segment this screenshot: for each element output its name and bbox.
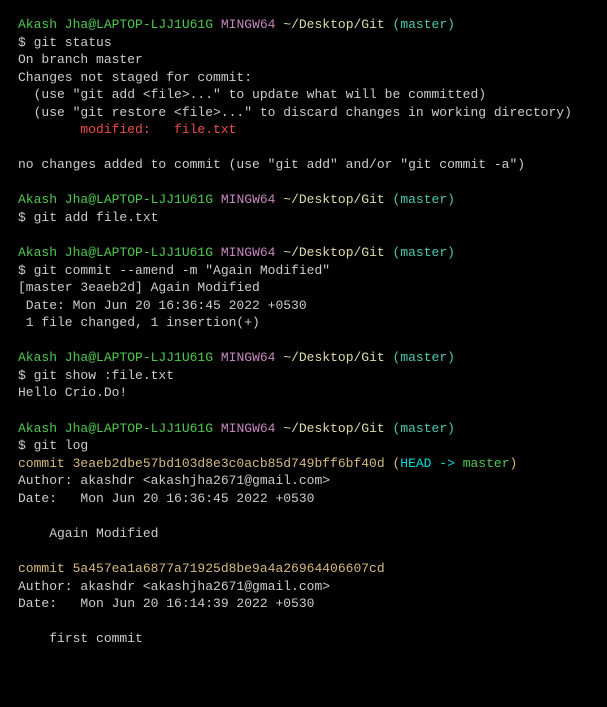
- output-line: On branch master: [18, 51, 589, 69]
- prompt-user: Akash Jha@LAPTOP-LJJ1U61G: [18, 17, 213, 32]
- blank-line: [18, 332, 589, 350]
- commit-hash-line: commit 3eaeb2dbe57bd103d8e3c0acb85d749bf…: [18, 455, 589, 473]
- output-line: no changes added to commit (use "git add…: [18, 156, 589, 174]
- blank-line: [18, 613, 589, 631]
- prompt-line: Akash Jha@LAPTOP-LJJ1U61G MINGW64 ~/Desk…: [18, 420, 589, 438]
- output-line: 1 file changed, 1 insertion(+): [18, 314, 589, 332]
- prompt-line: Akash Jha@LAPTOP-LJJ1U61G MINGW64 ~/Desk…: [18, 244, 589, 262]
- prompt-line: Akash Jha@LAPTOP-LJJ1U61G MINGW64 ~/Desk…: [18, 191, 589, 209]
- prompt-shell: MINGW64: [221, 17, 276, 32]
- output-line: Date: Mon Jun 20 16:36:45 2022 +0530: [18, 297, 589, 315]
- blank-line: [18, 507, 589, 525]
- terminal-window[interactable]: Akash Jha@LAPTOP-LJJ1U61G MINGW64 ~/Desk…: [0, 0, 607, 664]
- commit-hash-line: commit 5a457ea1a6877a71925d8be9a4a269644…: [18, 560, 589, 578]
- prompt-branch: (master): [393, 17, 455, 32]
- command-line: $ git show :file.txt: [18, 367, 589, 385]
- command-line: $ git status: [18, 34, 589, 52]
- commit-date: Date: Mon Jun 20 16:14:39 2022 +0530: [18, 595, 589, 613]
- blank-line: [18, 542, 589, 560]
- branch-ref: master: [455, 456, 510, 471]
- output-line: Changes not staged for commit:: [18, 69, 589, 87]
- commit-message: Again Modified: [18, 525, 589, 543]
- output-line: [master 3eaeb2d] Again Modified: [18, 279, 589, 297]
- blank-line: [18, 174, 589, 192]
- output-line: Hello Crio.Do!: [18, 384, 589, 402]
- commit-author: Author: akashdr <akashjha2671@gmail.com>: [18, 472, 589, 490]
- blank-line: [18, 227, 589, 245]
- output-line: (use "git add <file>..." to update what …: [18, 86, 589, 104]
- prompt-line: Akash Jha@LAPTOP-LJJ1U61G MINGW64 ~/Desk…: [18, 349, 589, 367]
- head-ref: HEAD ->: [400, 456, 455, 471]
- command-line: $ git commit --amend -m "Again Modified": [18, 262, 589, 280]
- prompt-cwd: ~/Desktop/Git: [283, 17, 384, 32]
- commit-message: first commit: [18, 630, 589, 648]
- blank-line: [18, 402, 589, 420]
- output-line: (use "git restore <file>..." to discard …: [18, 104, 589, 122]
- commit-date: Date: Mon Jun 20 16:36:45 2022 +0530: [18, 490, 589, 508]
- modified-file-line: modified: file.txt: [18, 121, 589, 139]
- prompt-line: Akash Jha@LAPTOP-LJJ1U61G MINGW64 ~/Desk…: [18, 16, 589, 34]
- commit-author: Author: akashdr <akashjha2671@gmail.com>: [18, 578, 589, 596]
- command-line: $ git add file.txt: [18, 209, 589, 227]
- command-line: $ git log: [18, 437, 589, 455]
- blank-line: [18, 139, 589, 157]
